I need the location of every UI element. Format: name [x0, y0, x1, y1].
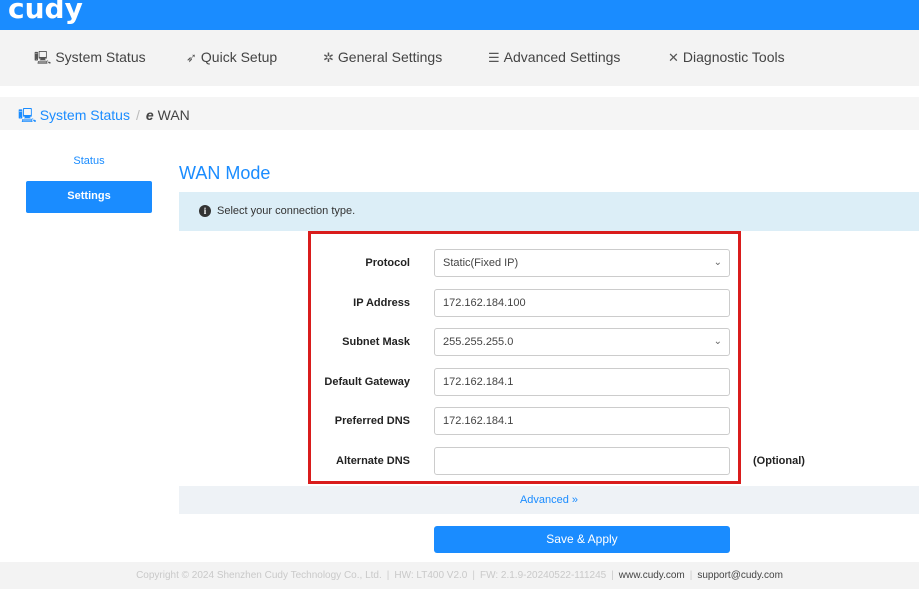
- protocol-select[interactable]: Static(Fixed IP) ⌄: [434, 249, 730, 277]
- tools-icon: ✕: [668, 50, 679, 65]
- subnet-mask-select[interactable]: 255.255.255.0 ⌄: [434, 328, 730, 356]
- chevron-down-icon: ⌄: [713, 257, 722, 268]
- subnet-mask-label: Subnet Mask: [342, 336, 410, 348]
- nav-diagnostic-tools[interactable]: ✕ Diagnostic Tools: [668, 49, 785, 66]
- alternate-dns-input[interactable]: [434, 447, 730, 475]
- rocket-icon: ➶: [186, 50, 197, 65]
- protocol-label: Protocol: [365, 257, 410, 269]
- sidebar-item-status[interactable]: Status: [26, 155, 152, 167]
- breadcrumb-system-status[interactable]: System Status: [40, 107, 130, 123]
- ip-address-input[interactable]: 172.162.184.100: [434, 289, 730, 317]
- footer: Copyright © 2024 Shenzhen Cudy Technolog…: [0, 562, 919, 589]
- monitor-icon: 🖳: [18, 107, 37, 123]
- info-icon: i: [199, 205, 211, 217]
- default-gateway-label: Default Gateway: [324, 376, 410, 388]
- advanced-bar: Advanced »: [179, 486, 919, 514]
- page-title: WAN Mode: [179, 163, 271, 183]
- breadcrumb: 🖳 System Status / e WAN: [0, 97, 919, 130]
- top-bar: cudy: [0, 0, 919, 30]
- optional-label: (Optional): [753, 455, 805, 467]
- advanced-toggle[interactable]: Advanced »: [179, 494, 919, 506]
- footer-site-link[interactable]: www.cudy.com: [619, 570, 685, 581]
- nav-advanced-settings[interactable]: ☰ Advanced Settings: [488, 49, 620, 66]
- main-nav: 🖳 System Status ➶ Quick Setup ✲ General Set…: [0, 30, 919, 86]
- info-banner: i Select your connection type.: [179, 192, 919, 231]
- ip-address-label: IP Address: [353, 297, 410, 309]
- save-apply-button[interactable]: Save & Apply: [434, 526, 730, 553]
- nav-general-settings[interactable]: ✲ General Settings: [323, 49, 442, 66]
- footer-copyright: Copyright © 2024 Shenzhen Cudy Technolog…: [136, 570, 382, 581]
- breadcrumb-current: WAN: [157, 107, 190, 123]
- preferred-dns-label: Preferred DNS: [334, 415, 410, 427]
- monitor-icon: 🖳: [34, 50, 52, 65]
- cudy-logo[interactable]: cudy: [8, 0, 83, 25]
- footer-email-link[interactable]: support@cudy.com: [697, 570, 783, 581]
- footer-hw: HW: LT400 V2.0: [394, 570, 468, 581]
- globe-icon: e: [145, 107, 154, 123]
- info-text: Select your connection type.: [217, 205, 356, 217]
- sliders-icon: ☰: [488, 50, 500, 65]
- default-gateway-input[interactable]: 172.162.184.1: [434, 368, 730, 396]
- chevron-down-icon: ⌄: [713, 336, 722, 347]
- sidebar-item-settings[interactable]: Settings: [26, 181, 152, 213]
- gear-icon: ✲: [323, 50, 334, 65]
- breadcrumb-separator: /: [135, 107, 140, 123]
- footer-fw: FW: 2.1.9-20240522-111245: [479, 570, 607, 581]
- nav-system-status[interactable]: 🖳 System Status: [34, 49, 146, 71]
- preferred-dns-input[interactable]: 172.162.184.1: [434, 407, 730, 435]
- alternate-dns-label: Alternate DNS: [336, 455, 410, 467]
- nav-quick-setup[interactable]: ➶ Quick Setup: [186, 49, 277, 66]
